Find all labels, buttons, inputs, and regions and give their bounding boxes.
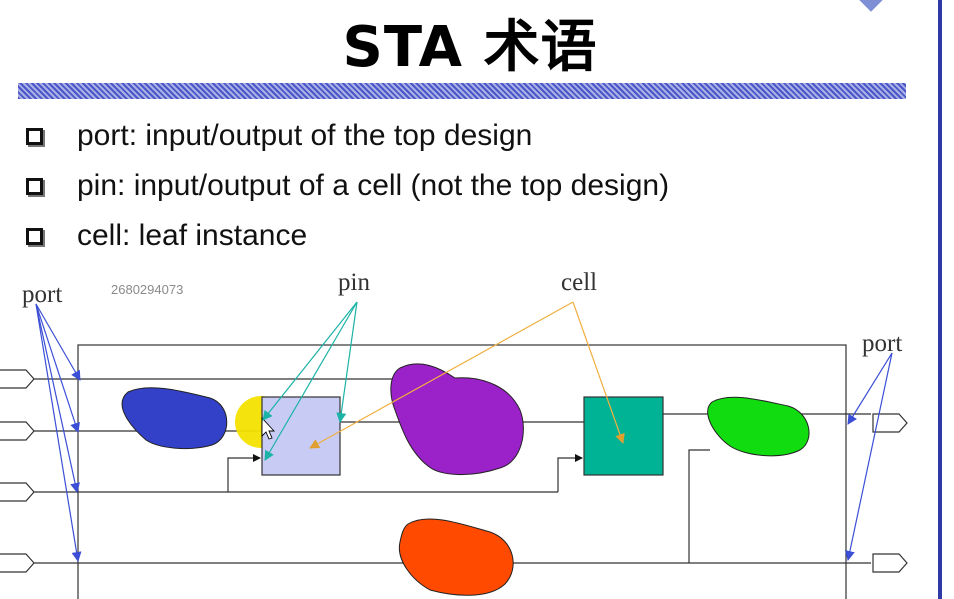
- port-label-left: port: [22, 281, 62, 308]
- port-arrows-left: [35, 303, 82, 562]
- pin-label: pin: [338, 269, 370, 296]
- port-arrows-right: [844, 352, 893, 561]
- cell-with-pins: [261, 396, 341, 476]
- cell-label: cell: [561, 269, 597, 296]
- input-port-3: [0, 482, 35, 502]
- green-logic-blob: [707, 396, 810, 457]
- purple-logic-blob: [390, 363, 524, 476]
- port-label-right: port: [862, 330, 902, 357]
- input-port-2: [0, 421, 35, 441]
- blue-logic-blob: [121, 387, 228, 450]
- input-port-4: [0, 553, 35, 573]
- sta-diagram: port pin cell port: [0, 269, 908, 599]
- input-port-1: [0, 369, 35, 389]
- output-port-2: [872, 553, 908, 573]
- teal-cell: [583, 396, 664, 476]
- orange-logic-blob: [398, 518, 514, 596]
